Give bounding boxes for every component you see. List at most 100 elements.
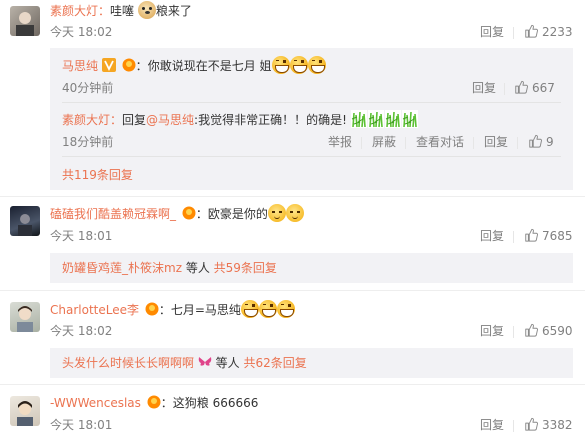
username-link[interactable]: CharlotteLee李 <box>50 303 139 317</box>
view-conversation-button[interactable]: 查看对话 <box>416 133 464 151</box>
comment-text-tail: 粮来了 <box>155 4 192 18</box>
cat-emoji-icon <box>267 204 286 222</box>
sub-replies-summary: 奶罐昏鸡莲_朴筱沫mz 等人 共59条回复 <box>62 259 277 277</box>
like-count: 667 <box>532 81 555 95</box>
username-link[interactable]: 头发什么时候长长啊啊啊 <box>62 356 194 370</box>
comment-text: 欧豪是你的 <box>207 207 268 221</box>
sub-reply-2: 素颜大灯：回复@马思纯:我觉得非常正确！！的确是! <box>62 110 419 129</box>
thumb-up-icon <box>524 228 538 242</box>
avatar[interactable] <box>10 302 40 332</box>
comment-2: 磕磕我们酷盖赖冠霖啊_ ：欧豪是你的 今天 18:01 回复 7685 奶罐昏鸡… <box>0 198 585 288</box>
report-button[interactable]: 举报 <box>328 133 352 151</box>
timestamp: 今天 18:01 <box>50 229 113 243</box>
reply-text: 你敢说现在不是七月 姐 <box>147 59 272 73</box>
laugh-emoji-icon <box>307 56 326 74</box>
like-button[interactable]: 3382 <box>524 416 573 434</box>
butterfly-emoji-icon <box>198 357 212 366</box>
view-all-replies-link[interactable]: 共59条回复 <box>214 261 277 275</box>
view-all-replies-link[interactable]: 共119条回复 <box>62 166 133 184</box>
laugh-emoji-icon <box>271 56 290 74</box>
timestamp: 今天 18:02 <box>50 25 113 39</box>
avatar-image-icon <box>18 214 32 236</box>
divider <box>0 290 585 291</box>
sub-replies-summary: 头发什么时候长长啊啊啊 等人 共62条回复 <box>62 354 307 372</box>
laugh-emoji-icon <box>276 300 295 318</box>
username-link[interactable]: 马思纯 <box>62 59 98 73</box>
like-button[interactable]: 6590 <box>524 322 573 340</box>
avatar-image-icon <box>17 306 33 332</box>
divider <box>361 137 362 149</box>
grass-emoji-icon <box>402 110 418 128</box>
grass-emoji-icon <box>368 110 384 128</box>
avatar-image-icon <box>17 401 33 426</box>
cat-emoji-icon <box>285 204 304 222</box>
colon: ： <box>160 396 173 410</box>
like-button[interactable]: 7685 <box>524 227 573 245</box>
comment-body: 磕磕我们酷盖赖冠霖啊_ ：欧豪是你的 <box>50 204 304 223</box>
avatar[interactable] <box>10 6 40 36</box>
member-badge-icon <box>182 206 196 220</box>
view-all-replies-link[interactable]: 共62条回复 <box>243 356 306 370</box>
divider <box>513 420 514 432</box>
divider <box>62 156 561 157</box>
username-link[interactable]: 素颜大灯： <box>62 113 122 127</box>
thumb-up-icon <box>524 323 538 337</box>
username-link[interactable]: 磕磕我们酷盖赖冠霖啊_ <box>50 207 176 221</box>
member-badge-icon <box>145 302 159 316</box>
like-button[interactable]: 667 <box>514 79 555 97</box>
block-button[interactable]: 屏蔽 <box>372 133 396 151</box>
comment-4: -WWWenceslas ：这狗粮 666666 今天 18:01 回复 338… <box>0 386 585 442</box>
like-count: 3382 <box>542 418 573 432</box>
divider <box>504 83 505 95</box>
comment-3: CharlotteLee李 ：七月=马思纯 今天 18:02 回复 6590 头… <box>0 292 585 384</box>
colon: ： <box>135 59 148 73</box>
divider <box>0 384 585 385</box>
grass-emoji-icon <box>351 110 367 128</box>
reply-text: :我觉得非常正确！！的确是! <box>194 113 347 127</box>
reply-button[interactable]: 回复 <box>480 23 504 41</box>
divider <box>0 196 585 197</box>
comment-1: 素颜大灯：哇噻 粮来了 今天 18:02 回复 2233 马思纯 ：你敢说现在不… <box>0 0 585 196</box>
avatar[interactable] <box>10 206 40 236</box>
thumb-up-icon <box>524 24 538 38</box>
grass-emoji-icon <box>385 110 401 128</box>
divider <box>405 137 406 149</box>
colon: ： <box>158 303 171 317</box>
like-count: 7685 <box>542 229 573 243</box>
reply-button[interactable]: 回复 <box>472 79 496 97</box>
laugh-emoji-icon <box>240 300 259 318</box>
username-link[interactable]: 素颜大灯： <box>50 4 110 18</box>
username-link[interactable]: -WWWenceslas <box>50 396 141 410</box>
like-button[interactable]: 9 <box>528 133 554 151</box>
divider <box>517 137 518 149</box>
thumb-up-icon <box>514 80 528 94</box>
mention-link[interactable]: @马思纯 <box>146 113 194 127</box>
thumb-up-icon <box>524 417 538 431</box>
like-count: 6590 <box>542 324 573 338</box>
timestamp: 今天 18:02 <box>50 324 113 338</box>
reply-button[interactable]: 回复 <box>480 322 504 340</box>
reply-prefix: 回复 <box>122 113 147 127</box>
comment-text: 七月=马思纯 <box>170 303 241 317</box>
comment-text: 哇噻 <box>110 4 135 18</box>
divider <box>513 326 514 338</box>
comment-text: 这狗粮 666666 <box>172 396 259 410</box>
member-badge-icon <box>122 58 136 72</box>
divider <box>513 27 514 39</box>
username-link[interactable]: 奶罐昏鸡莲_朴筱沫mz <box>62 261 182 275</box>
timestamp: 18分钟前 <box>62 135 114 149</box>
divider <box>62 102 561 103</box>
like-count: 2233 <box>542 25 573 39</box>
verified-v-icon <box>101 58 116 72</box>
like-button[interactable]: 2233 <box>524 23 573 41</box>
timestamp: 40分钟前 <box>62 81 114 95</box>
reply-button[interactable]: 回复 <box>480 227 504 245</box>
like-count: 9 <box>546 135 554 149</box>
reply-button[interactable]: 回复 <box>484 133 508 151</box>
avatar[interactable] <box>10 396 40 426</box>
timestamp: 今天 18:01 <box>50 418 113 432</box>
summary-text: 等人 <box>211 356 244 370</box>
comment-body: CharlotteLee李 ：七月=马思纯 <box>50 300 295 319</box>
reply-button[interactable]: 回复 <box>480 416 504 434</box>
summary-text: 等人 <box>182 261 214 275</box>
